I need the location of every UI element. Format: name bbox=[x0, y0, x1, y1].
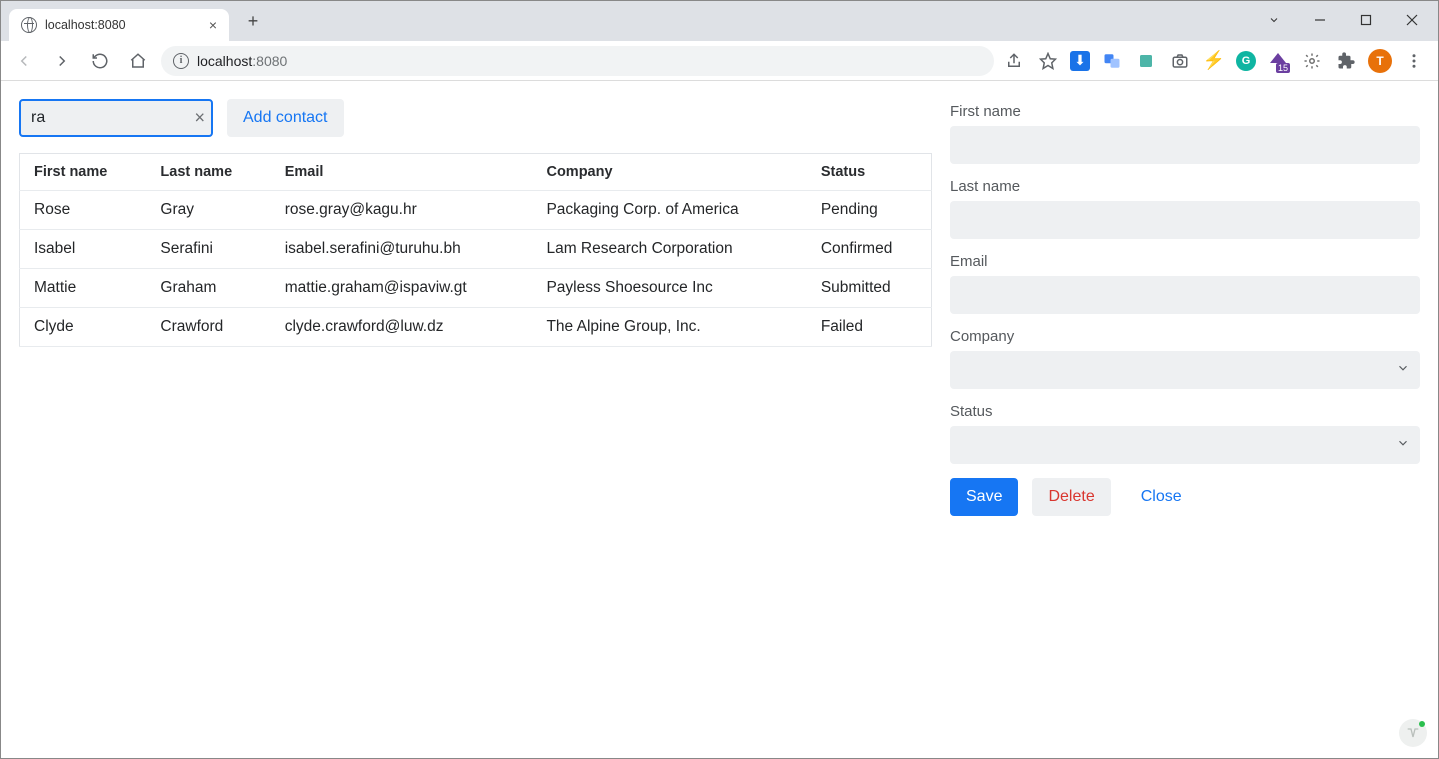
status-select[interactable] bbox=[950, 426, 1420, 464]
tab-bar: localhost:8080 × + bbox=[1, 1, 1438, 41]
profile-avatar[interactable]: T bbox=[1368, 49, 1392, 73]
window-maximize-button[interactable] bbox=[1344, 5, 1388, 35]
table-row[interactable]: MattieGrahammattie.graham@ispaviw.gtPayl… bbox=[20, 269, 932, 308]
site-info-icon[interactable]: i bbox=[173, 53, 189, 69]
email-field[interactable] bbox=[950, 276, 1420, 314]
new-tab-button[interactable]: + bbox=[239, 7, 267, 35]
col-email[interactable]: Email bbox=[271, 154, 533, 191]
table-row[interactable]: RoseGrayrose.gray@kagu.hrPackaging Corp.… bbox=[20, 191, 932, 230]
company-label: Company bbox=[950, 328, 1420, 345]
table-row[interactable]: IsabelSerafiniisabel.serafini@turuhu.bhL… bbox=[20, 230, 932, 269]
cell-company: Payless Shoesource Inc bbox=[532, 269, 806, 308]
reload-button[interactable] bbox=[85, 46, 115, 76]
status-label: Status bbox=[950, 403, 1420, 420]
contacts-table: First name Last name Email Company Statu… bbox=[19, 153, 932, 347]
camera-extension-icon[interactable] bbox=[1168, 49, 1192, 73]
clear-search-icon[interactable]: × bbox=[194, 108, 205, 129]
last-name-field[interactable] bbox=[950, 201, 1420, 239]
cell-company: The Alpine Group, Inc. bbox=[532, 308, 806, 347]
home-badge-extension-icon[interactable]: 15 bbox=[1266, 49, 1290, 73]
teal-extension-icon[interactable] bbox=[1134, 49, 1158, 73]
col-first-name[interactable]: First name bbox=[20, 154, 147, 191]
chevron-down-icon bbox=[1396, 436, 1410, 454]
col-company[interactable]: Company bbox=[532, 154, 806, 191]
page-content: × Add contact First name Last name Email… bbox=[1, 81, 1438, 758]
vaadin-dev-badge[interactable] bbox=[1399, 719, 1427, 747]
tab-search-icon[interactable] bbox=[1252, 5, 1296, 35]
company-select[interactable] bbox=[950, 351, 1420, 389]
close-tab-icon[interactable]: × bbox=[209, 17, 217, 33]
kebab-menu-icon[interactable] bbox=[1402, 49, 1426, 73]
cell-first-name: Mattie bbox=[20, 269, 147, 308]
globe-icon bbox=[21, 17, 37, 33]
address-bar: i localhost:8080 ⬇ ⚡ G 15 T bbox=[1, 41, 1438, 81]
window-minimize-button[interactable] bbox=[1298, 5, 1342, 35]
home-button[interactable] bbox=[123, 46, 153, 76]
save-button[interactable]: Save bbox=[950, 478, 1018, 516]
cell-first-name: Rose bbox=[20, 191, 147, 230]
cell-status: Confirmed bbox=[807, 230, 932, 269]
cell-status: Pending bbox=[807, 191, 932, 230]
cell-last-name: Crawford bbox=[146, 308, 270, 347]
delete-button[interactable]: Delete bbox=[1032, 478, 1110, 516]
cell-status: Submitted bbox=[807, 269, 932, 308]
first-name-label: First name bbox=[950, 103, 1420, 120]
download-extension-icon[interactable]: ⬇ bbox=[1070, 51, 1090, 71]
translate-extension-icon[interactable] bbox=[1100, 49, 1124, 73]
url-field[interactable]: i localhost:8080 bbox=[161, 46, 994, 76]
tab-title: localhost:8080 bbox=[45, 18, 201, 32]
cell-email: isabel.serafini@turuhu.bh bbox=[271, 230, 533, 269]
contact-form: First name Last name Email Company Statu… bbox=[950, 99, 1420, 740]
search-input[interactable] bbox=[19, 99, 213, 137]
cell-email: clyde.crawford@luw.dz bbox=[271, 308, 533, 347]
forward-button[interactable] bbox=[47, 46, 77, 76]
browser-tab[interactable]: localhost:8080 × bbox=[9, 9, 229, 41]
col-last-name[interactable]: Last name bbox=[146, 154, 270, 191]
close-button[interactable]: Close bbox=[1125, 478, 1198, 516]
window-close-button[interactable] bbox=[1390, 5, 1434, 35]
cell-company: Packaging Corp. of America bbox=[532, 191, 806, 230]
chevron-down-icon bbox=[1396, 361, 1410, 379]
extensions-icon[interactable] bbox=[1334, 49, 1358, 73]
first-name-field[interactable] bbox=[950, 126, 1420, 164]
cell-email: rose.gray@kagu.hr bbox=[271, 191, 533, 230]
cell-last-name: Gray bbox=[146, 191, 270, 230]
last-name-label: Last name bbox=[950, 178, 1420, 195]
cell-last-name: Graham bbox=[146, 269, 270, 308]
cell-first-name: Clyde bbox=[20, 308, 147, 347]
email-label: Email bbox=[950, 253, 1420, 270]
status-dot-icon bbox=[1419, 721, 1425, 727]
search-box: × bbox=[19, 99, 213, 137]
cell-first-name: Isabel bbox=[20, 230, 147, 269]
star-icon[interactable] bbox=[1036, 49, 1060, 73]
cell-status: Failed bbox=[807, 308, 932, 347]
cell-email: mattie.graham@ispaviw.gt bbox=[271, 269, 533, 308]
cell-last-name: Serafini bbox=[146, 230, 270, 269]
add-contact-button[interactable]: Add contact bbox=[227, 99, 344, 137]
table-row[interactable]: ClydeCrawfordclyde.crawford@luw.dzThe Al… bbox=[20, 308, 932, 347]
grammarly-extension-icon[interactable]: G bbox=[1236, 51, 1256, 71]
gear-extension-icon[interactable] bbox=[1300, 49, 1324, 73]
url-text: localhost:8080 bbox=[197, 53, 287, 69]
cell-company: Lam Research Corporation bbox=[532, 230, 806, 269]
share-icon[interactable] bbox=[1002, 49, 1026, 73]
col-status[interactable]: Status bbox=[807, 154, 932, 191]
bolt-extension-icon[interactable]: ⚡ bbox=[1202, 49, 1226, 73]
back-button[interactable] bbox=[9, 46, 39, 76]
